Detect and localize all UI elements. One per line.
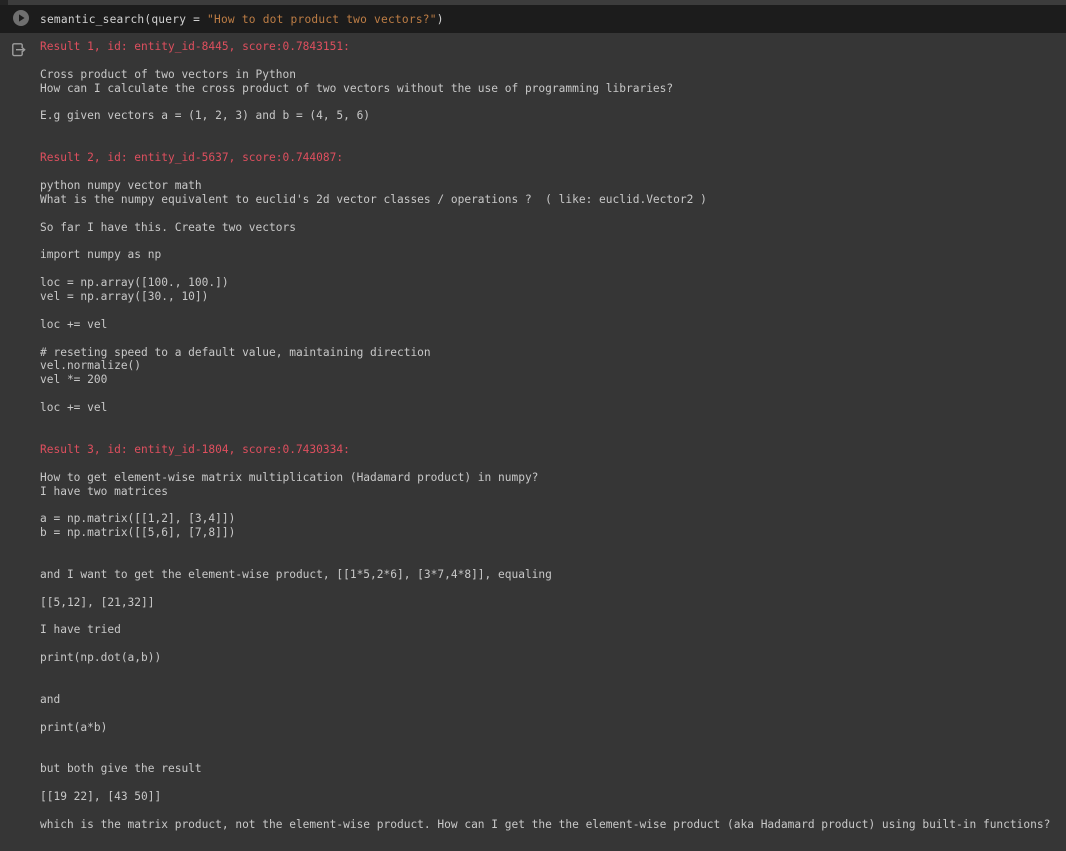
output-region: Result 1, id: entity_id-8445, score:0.78…: [0, 33, 1066, 832]
output-line: b = np.matrix([[5,6], [7,8]]): [40, 526, 1066, 540]
output-line: [40, 429, 1066, 443]
output-line: print(a*b): [40, 721, 1066, 735]
output-line: [40, 582, 1066, 596]
command-suffix: ): [437, 13, 444, 26]
command-query-string: "How to dot product two vectors?": [207, 13, 437, 26]
output-line: [40, 304, 1066, 318]
command-prefix: semantic_search(query =: [40, 13, 207, 26]
output-line: [40, 54, 1066, 68]
output-line: [[5,12], [21,32]]: [40, 596, 1066, 610]
output-line: [40, 332, 1066, 346]
play-icon: [12, 9, 30, 30]
output-line: loc = np.array([100., 100.]): [40, 276, 1066, 290]
output-line: [40, 735, 1066, 749]
output-line: [40, 96, 1066, 110]
output-line: [40, 165, 1066, 179]
output-line: loc += vel: [40, 318, 1066, 332]
output-line: print(np.dot(a,b)): [40, 651, 1066, 665]
output-line: but both give the result: [40, 762, 1066, 776]
output-line: How can I calculate the cross product of…: [40, 82, 1066, 96]
result-header-line: Result 2, id: entity_id-5637, score:0.74…: [40, 151, 1066, 165]
output-line: python numpy vector math: [40, 179, 1066, 193]
output-line: [40, 707, 1066, 721]
result-header-line: Result 3, id: entity_id-1804, score:0.74…: [40, 443, 1066, 457]
output-line: [40, 262, 1066, 276]
output-line: [40, 540, 1066, 554]
output-line: vel *= 200: [40, 373, 1066, 387]
output-line: [40, 637, 1066, 651]
output-line: [40, 776, 1066, 790]
output-line: and: [40, 693, 1066, 707]
output-line: [40, 207, 1066, 221]
output-line: Cross product of two vectors in Python: [40, 68, 1066, 82]
output-line: loc += vel: [40, 401, 1066, 415]
output-line: [40, 748, 1066, 762]
output-line: [40, 498, 1066, 512]
output-line: a = np.matrix([[1,2], [3,4]]): [40, 512, 1066, 526]
output-line: [40, 137, 1066, 151]
output-gutter: [0, 40, 40, 832]
output-content: Result 1, id: entity_id-8445, score:0.78…: [40, 40, 1066, 832]
output-line: [40, 554, 1066, 568]
output-line: What is the numpy equivalent to euclid's…: [40, 193, 1066, 207]
output-line: which is the matrix product, not the ele…: [40, 818, 1066, 832]
output-line: [40, 610, 1066, 624]
output-line: [40, 123, 1066, 137]
run-button[interactable]: [12, 10, 30, 28]
output-line: import numpy as np: [40, 248, 1066, 262]
output-icon: [0, 40, 28, 832]
output-line: # reseting speed to a default value, mai…: [40, 346, 1066, 360]
output-line: [40, 665, 1066, 679]
output-line: [40, 234, 1066, 248]
output-line: How to get element-wise matrix multiplic…: [40, 471, 1066, 485]
output-line: [40, 415, 1066, 429]
command-header: semantic_search(query = "How to dot prod…: [0, 5, 1066, 33]
output-line: E.g given vectors a = (1, 2, 3) and b = …: [40, 109, 1066, 123]
output-line: [40, 679, 1066, 693]
output-line: and I want to get the element-wise produ…: [40, 568, 1066, 582]
output-line: [40, 804, 1066, 818]
output-line: I have two matrices: [40, 485, 1066, 499]
top-strip-left-block: [0, 0, 8, 5]
output-line: So far I have this. Create two vectors: [40, 221, 1066, 235]
result-header-line: Result 1, id: entity_id-8445, score:0.78…: [40, 40, 1066, 54]
output-line: vel.normalize(): [40, 359, 1066, 373]
output-line: [[19 22], [43 50]]: [40, 790, 1066, 804]
output-line: [40, 387, 1066, 401]
command-text: semantic_search(query = "How to dot prod…: [40, 13, 444, 26]
output-line: I have tried: [40, 623, 1066, 637]
output-line: [40, 457, 1066, 471]
output-line: vel = np.array([30., 10]): [40, 290, 1066, 304]
